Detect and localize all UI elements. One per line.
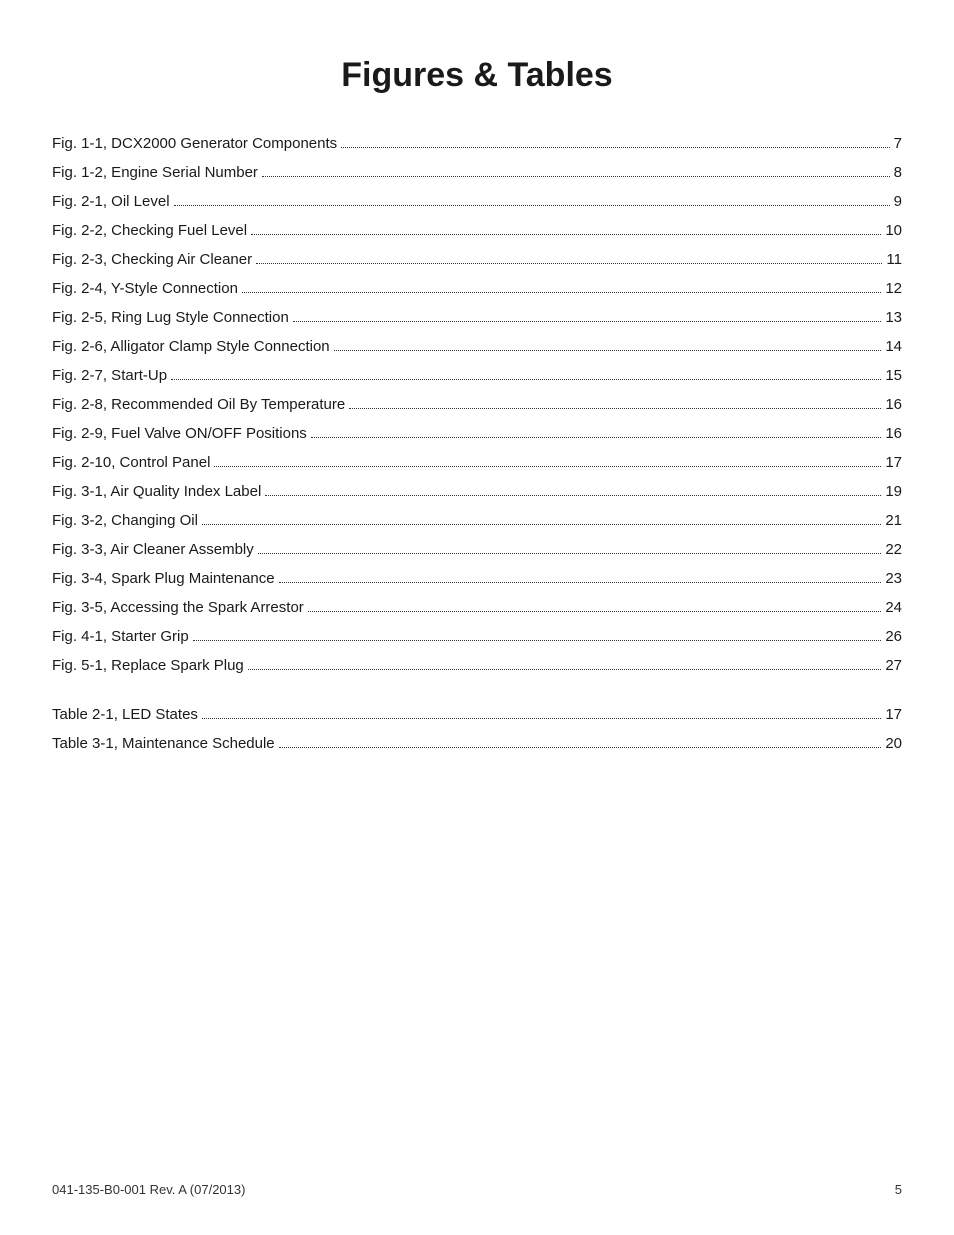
toc-entry-label: Fig. 1-1, DCX2000 Generator Components (52, 135, 337, 152)
toc-entry-page: 15 (885, 367, 902, 384)
toc-entry-label: Fig. 3-5, Accessing the Spark Arrestor (52, 599, 304, 616)
toc-entry-page: 16 (885, 425, 902, 442)
toc-leader-dots (349, 408, 881, 409)
toc-entry: Fig. 2-4, Y-Style Connection 12 (52, 280, 902, 297)
toc-entry-label: Fig. 3-2, Changing Oil (52, 512, 198, 529)
toc-entry: Fig. 1-2, Engine Serial Number 8 (52, 164, 902, 181)
toc-leader-dots (242, 292, 881, 293)
toc-entry-label: Fig. 3-4, Spark Plug Maintenance (52, 570, 275, 587)
toc-entry: Fig. 2-5, Ring Lug Style Connection 13 (52, 309, 902, 326)
toc-entry: Fig. 2-9, Fuel Valve ON/OFF Positions 16 (52, 425, 902, 442)
toc-leader-dots (248, 669, 882, 670)
toc-leader-dots (279, 582, 882, 583)
toc-leader-dots (251, 234, 881, 235)
toc-entry-page: 9 (894, 193, 902, 210)
toc-leader-dots (311, 437, 882, 438)
toc-entry-label: Table 3-1, Maintenance Schedule (52, 735, 275, 752)
toc-entry: Fig. 2-2, Checking Fuel Level 10 (52, 222, 902, 239)
toc-entry-label: Fig. 2-8, Recommended Oil By Temperature (52, 396, 345, 413)
toc-entry-label: Fig. 2-4, Y-Style Connection (52, 280, 238, 297)
footer-page-number: 5 (895, 1182, 902, 1197)
page-title: Figures & Tables (52, 56, 902, 95)
toc-entry: Fig. 3-3, Air Cleaner Assembly 22 (52, 541, 902, 558)
toc-entry-page: 27 (885, 657, 902, 674)
toc-entry-page: 8 (894, 164, 902, 181)
toc-entry-page: 21 (885, 512, 902, 529)
toc-entry: Fig. 2-6, Alligator Clamp Style Connecti… (52, 338, 902, 355)
figures-list: Fig. 1-1, DCX2000 Generator Components 7… (52, 135, 902, 752)
toc-entry: Fig. 3-2, Changing Oil 21 (52, 512, 902, 529)
toc-entry-page: 14 (885, 338, 902, 355)
toc-entry: Fig. 5-1, Replace Spark Plug 27 (52, 657, 902, 674)
toc-entry-label: Fig. 2-5, Ring Lug Style Connection (52, 309, 289, 326)
toc-leader-dots (334, 350, 882, 351)
toc-entry-page: 10 (885, 222, 902, 239)
toc-entry: Fig. 2-1, Oil Level 9 (52, 193, 902, 210)
toc-entry-page: 17 (885, 706, 902, 723)
toc-entry-label: Fig. 4-1, Starter Grip (52, 628, 189, 645)
toc-entry-page: 12 (885, 280, 902, 297)
toc-entry: Fig. 4-1, Starter Grip 26 (52, 628, 902, 645)
toc-entry-label: Fig. 2-10, Control Panel (52, 454, 210, 471)
section-gap (52, 686, 902, 706)
toc-entry-page: 13 (885, 309, 902, 326)
toc-entry-label: Fig. 3-3, Air Cleaner Assembly (52, 541, 254, 558)
footer-doc-id: 041-135-B0-001 Rev. A (07/2013) (52, 1182, 245, 1197)
toc-leader-dots (256, 263, 882, 264)
toc-entry-label: Table 2-1, LED States (52, 706, 198, 723)
toc-leader-dots (171, 379, 881, 380)
toc-entry-page: 11 (886, 251, 902, 268)
toc-entry-page: 19 (885, 483, 902, 500)
toc-entry-page: 23 (885, 570, 902, 587)
toc-entry: Fig. 3-4, Spark Plug Maintenance 23 (52, 570, 902, 587)
page-footer: 041-135-B0-001 Rev. A (07/2013) 5 (52, 1182, 902, 1197)
toc-leader-dots (174, 205, 890, 206)
toc-leader-dots (279, 747, 882, 748)
toc-leader-dots (193, 640, 882, 641)
toc-leader-dots (262, 176, 890, 177)
toc-entry-page: 16 (885, 396, 902, 413)
toc-leader-dots (265, 495, 881, 496)
toc-leader-dots (202, 718, 881, 719)
toc-entry-label: Fig. 2-2, Checking Fuel Level (52, 222, 247, 239)
toc-leader-dots (293, 321, 882, 322)
toc-entry-label: Fig. 5-1, Replace Spark Plug (52, 657, 244, 674)
toc-entry-label: Fig. 2-9, Fuel Valve ON/OFF Positions (52, 425, 307, 442)
toc-entry: Fig. 3-1, Air Quality Index Label 19 (52, 483, 902, 500)
toc-entry: Table 2-1, LED States 17 (52, 706, 902, 723)
toc-entry-label: Fig. 2-6, Alligator Clamp Style Connecti… (52, 338, 330, 355)
toc-entry: Fig. 2-3, Checking Air Cleaner 11 (52, 251, 902, 268)
toc-leader-dots (258, 553, 882, 554)
toc-leader-dots (214, 466, 881, 467)
toc-entry-page: 17 (885, 454, 902, 471)
document-page: Figures & Tables Fig. 1-1, DCX2000 Gener… (0, 0, 954, 1235)
toc-entry-page: 7 (894, 135, 902, 152)
toc-entry-page: 26 (885, 628, 902, 645)
toc-entry-label: Fig. 1-2, Engine Serial Number (52, 164, 258, 181)
toc-entry: Fig. 2-8, Recommended Oil By Temperature… (52, 396, 902, 413)
toc-entry-label: Fig. 2-3, Checking Air Cleaner (52, 251, 252, 268)
toc-leader-dots (341, 147, 890, 148)
toc-entry-page: 22 (885, 541, 902, 558)
toc-entry-label: Fig. 3-1, Air Quality Index Label (52, 483, 261, 500)
toc-entry: Fig. 3-5, Accessing the Spark Arrestor 2… (52, 599, 902, 616)
toc-entry-page: 24 (885, 599, 902, 616)
toc-entry: Fig. 1-1, DCX2000 Generator Components 7 (52, 135, 902, 152)
toc-entry-label: Fig. 2-1, Oil Level (52, 193, 170, 210)
toc-entry: Table 3-1, Maintenance Schedule 20 (52, 735, 902, 752)
toc-entry-label: Fig. 2-7, Start-Up (52, 367, 167, 384)
toc-leader-dots (308, 611, 882, 612)
toc-entry: Fig. 2-10, Control Panel 17 (52, 454, 902, 471)
toc-entry: Fig. 2-7, Start-Up 15 (52, 367, 902, 384)
toc-entry-page: 20 (885, 735, 902, 752)
toc-leader-dots (202, 524, 881, 525)
